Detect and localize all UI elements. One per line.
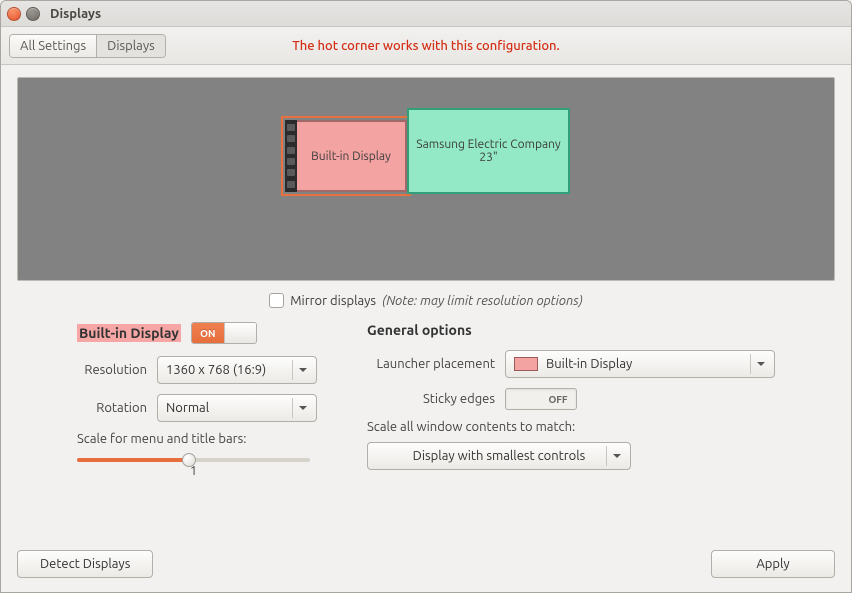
- launcher-placement-select[interactable]: Built-in Display: [505, 350, 775, 378]
- footer: Detect Displays Apply: [1, 540, 851, 592]
- toggle-off-label: OFF: [540, 394, 576, 405]
- display-color-swatch: [514, 357, 538, 371]
- resolution-select[interactable]: 1360 x 768 (16:9): [157, 356, 317, 384]
- window-buttons: [7, 7, 40, 21]
- monitor-samsung[interactable]: Samsung Electric Company 23": [407, 108, 570, 194]
- scale-all-row: Display with smallest controls: [367, 442, 775, 470]
- slider-fill: [77, 458, 189, 462]
- general-options-column: General options Launcher placement Built…: [367, 322, 775, 480]
- sticky-edges-toggle[interactable]: OFF: [505, 388, 577, 410]
- scale-all-value: Display with smallest controls: [413, 449, 586, 463]
- scale-slider-wrap: [77, 458, 310, 462]
- scale-all-select[interactable]: Display with smallest controls: [367, 442, 631, 470]
- mirror-row: Mirror displays (Note: may limit resolut…: [17, 293, 835, 308]
- sticky-label: Sticky edges: [367, 392, 495, 406]
- window-title: Displays: [50, 7, 101, 21]
- mirror-label: Mirror displays: [290, 294, 376, 308]
- mirror-checkbox[interactable]: [269, 293, 284, 308]
- chevron-down-icon: [606, 446, 626, 466]
- general-options-header: General options: [367, 322, 775, 338]
- rotation-value: Normal: [166, 401, 209, 415]
- displays-window: Displays All Settings Displays The hot c…: [0, 0, 852, 593]
- chevron-down-icon: [750, 354, 770, 374]
- launcher-strip-icon: [285, 120, 297, 192]
- toggle-knob: [224, 323, 256, 343]
- content: Built-in Display Samsung Electric Compan…: [1, 65, 851, 490]
- rotation-label: Rotation: [77, 401, 147, 415]
- selected-display-column: Built-in Display ON Resolution 1360 x 76…: [77, 322, 337, 480]
- settings-columns: Built-in Display ON Resolution 1360 x 76…: [17, 322, 835, 480]
- detect-displays-button[interactable]: Detect Displays: [17, 550, 153, 578]
- displays-crumb[interactable]: Displays: [97, 35, 165, 57]
- launcher-row: Launcher placement Built-in Display: [367, 350, 775, 378]
- scale-all-label: Scale all window contents to match:: [367, 420, 775, 434]
- resolution-label: Resolution: [77, 363, 147, 377]
- toggle-on-label: ON: [192, 323, 224, 343]
- sticky-row: Sticky edges OFF: [367, 388, 775, 410]
- general-options-title: General options: [367, 322, 472, 338]
- breadcrumb: All Settings Displays: [9, 34, 166, 58]
- mirror-note: (Note: may limit resolution options): [382, 294, 583, 308]
- apply-button[interactable]: Apply: [711, 550, 835, 578]
- scale-slider[interactable]: [77, 458, 310, 462]
- minimize-icon[interactable]: [26, 7, 40, 21]
- rotation-row: Rotation Normal: [77, 394, 337, 422]
- selected-display-name: Built-in Display: [77, 324, 181, 342]
- scale-label: Scale for menu and title bars:: [77, 432, 337, 446]
- resolution-row: Resolution 1360 x 768 (16:9): [77, 356, 337, 384]
- all-settings-button[interactable]: All Settings: [10, 35, 97, 57]
- scale-value: 1: [77, 464, 310, 478]
- launcher-value: Built-in Display: [546, 357, 632, 371]
- monitor-builtin-label: Built-in Display: [301, 150, 391, 163]
- slider-thumb[interactable]: [182, 453, 196, 467]
- display-enabled-toggle[interactable]: ON: [191, 322, 257, 344]
- display-arrangement[interactable]: Built-in Display Samsung Electric Compan…: [17, 77, 835, 281]
- close-icon[interactable]: [7, 7, 21, 21]
- monitor-samsung-label: Samsung Electric Company 23": [409, 138, 568, 164]
- monitor-builtin[interactable]: Built-in Display: [285, 120, 407, 192]
- chevron-down-icon: [292, 398, 312, 418]
- titlebar[interactable]: Displays: [1, 1, 851, 27]
- selected-display-header: Built-in Display ON: [77, 322, 337, 344]
- resolution-value: 1360 x 768 (16:9): [166, 363, 266, 377]
- rotation-select[interactable]: Normal: [157, 394, 317, 422]
- launcher-label: Launcher placement: [367, 357, 495, 371]
- chevron-down-icon: [292, 360, 312, 380]
- toolbar: All Settings Displays The hot corner wor…: [1, 27, 851, 65]
